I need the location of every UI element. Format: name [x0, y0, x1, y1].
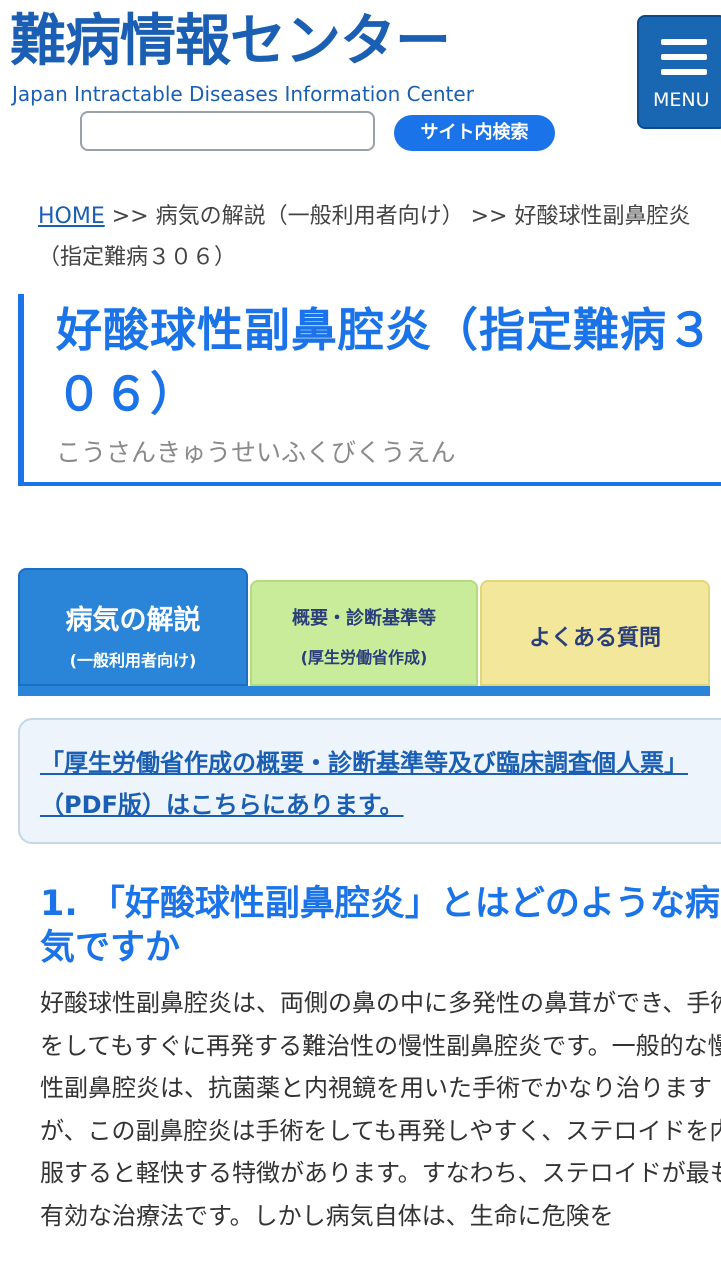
section-heading: 1. 「好酸球性副鼻腔炎」とはどのような病気ですか	[40, 884, 720, 968]
breadcrumb-home-link[interactable]: HOME	[38, 204, 105, 229]
breadcrumb: HOME >> 病気の解説（一般利用者向け） >> 好酸球性副鼻腔炎（指定難病３…	[38, 196, 721, 278]
tab-sublabel: (厚生労働省作成)	[300, 648, 428, 667]
tab-label: よくある質問	[528, 626, 661, 651]
tabs-underline	[18, 686, 710, 696]
breadcrumb-separator: >>	[463, 204, 515, 229]
tab-overview-criteria[interactable]: 概要・診断基準等 (厚生労働省作成)	[250, 580, 478, 686]
breadcrumb-separator: >>	[104, 204, 156, 229]
pdf-notice-box: 「厚生労働省作成の概要・診断基準等及び臨床調査個人票」（PDF版）はこちらにあり…	[18, 718, 721, 844]
menu-button[interactable]: MENU	[637, 15, 721, 129]
site-search-button[interactable]: サイト内検索	[394, 115, 555, 151]
content-tabs: 病気の解説 (一般利用者向け) 概要・診断基準等 (厚生労働省作成) よくある質…	[18, 568, 710, 697]
section-body-text: 好酸球性副鼻腔炎は、両側の鼻の中に多発性の鼻茸ができ、手術をしてもすぐに再発する…	[40, 989, 721, 1230]
site-logo-title[interactable]: 難病情報センター	[10, 14, 451, 70]
pdf-notice-link[interactable]: 「厚生労働省作成の概要・診断基準等及び臨床調査個人票」（PDF版）はこちらにあり…	[40, 742, 705, 826]
site-logo-subtitle: Japan Intractable Diseases Information C…	[12, 82, 474, 106]
site-search-input[interactable]	[80, 111, 375, 151]
tab-faq[interactable]: よくある質問	[480, 580, 710, 686]
menu-label: MENU	[653, 89, 710, 111]
page-title-reading: こうさんきゅうせいふくびくうえん	[56, 438, 456, 467]
breadcrumb-item-disease-explanation: 病気の解説（一般利用者向け）	[155, 204, 464, 229]
tab-disease-explanation[interactable]: 病気の解説 (一般利用者向け)	[18, 568, 248, 686]
title-block: 好酸球性副鼻腔炎（指定難病３０６） こうさんきゅうせいふくびくうえん	[18, 294, 721, 486]
hamburger-icon	[661, 39, 707, 84]
tab-sublabel: (一般利用者向け)	[69, 651, 197, 670]
page-title: 好酸球性副鼻腔炎（指定難病３０６）	[56, 303, 714, 421]
tab-label: 病気の解説	[65, 605, 201, 636]
tab-label: 概要・診断基準等	[292, 608, 436, 629]
